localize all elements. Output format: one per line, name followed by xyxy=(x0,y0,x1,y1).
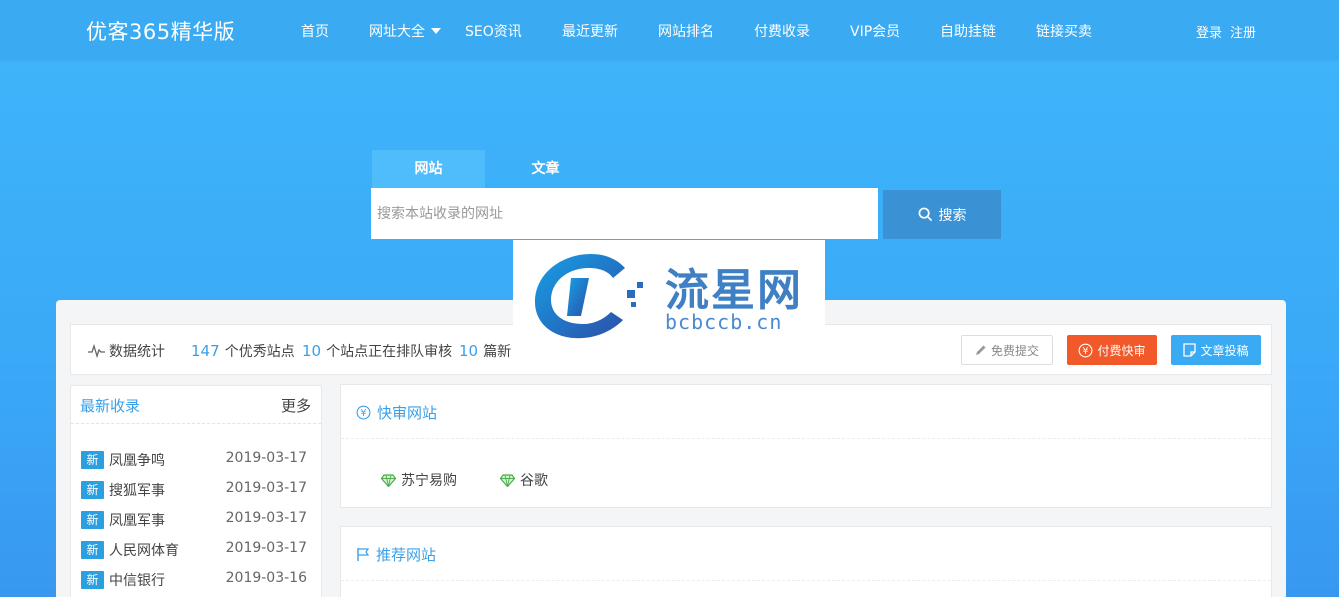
svg-text:¥: ¥ xyxy=(1083,345,1089,356)
watermark-overlay: 流星网 bcbccb.cn xyxy=(513,240,825,352)
chevron-down-icon xyxy=(431,28,441,34)
nav-site-ranking[interactable]: 网站排名 xyxy=(658,21,714,41)
search-input[interactable] xyxy=(371,188,878,239)
new-badge: 新 xyxy=(81,481,104,499)
list-item-name[interactable]: 搜狐军事 xyxy=(109,480,165,500)
list-item[interactable]: 新 人民网体育 2019-03-17 xyxy=(81,540,307,560)
new-badge: 新 xyxy=(81,571,104,589)
nav-link-trade[interactable]: 链接买卖 xyxy=(1036,21,1092,41)
fast-review-box xyxy=(340,384,1272,508)
stat-pending: 10 个站点正在排队审核 xyxy=(302,342,453,360)
new-badge: 新 xyxy=(81,511,104,529)
stats-label: 数据统计 xyxy=(88,341,165,361)
pencil-icon xyxy=(975,345,986,355)
fast-site-link[interactable]: 谷歌 xyxy=(500,470,548,490)
watermark-logo xyxy=(535,254,643,339)
site-logo[interactable]: 优客365精华版 xyxy=(86,16,235,46)
list-item-date: 2019-03-17 xyxy=(225,510,307,526)
search-button[interactable]: 搜索 xyxy=(883,190,1001,239)
watermark-domain: bcbccb.cn xyxy=(665,310,783,334)
list-item-date: 2019-03-17 xyxy=(225,540,307,556)
tab-website[interactable]: 网站 xyxy=(372,150,485,188)
document-icon xyxy=(1183,343,1197,357)
list-item-date: 2019-03-17 xyxy=(225,480,307,496)
list-item-name[interactable]: 人民网体育 xyxy=(109,540,179,560)
fast-review-title: ¥ 快审网站 xyxy=(356,402,437,423)
divider xyxy=(341,580,1271,581)
list-item-name[interactable]: 凤凰争鸣 xyxy=(109,450,165,470)
nav-paid-listing[interactable]: 付费收录 xyxy=(754,21,810,41)
list-item-date: 2019-03-16 xyxy=(225,570,307,586)
latest-listing-title: 最新收录 xyxy=(80,397,141,415)
watermark-name: 流星网 xyxy=(665,265,803,316)
nav-directory-label: 网址大全 xyxy=(369,24,425,40)
list-item-date: 2019-03-17 xyxy=(225,450,307,466)
diamond-icon xyxy=(500,473,515,487)
list-item-name[interactable]: 中信银行 xyxy=(109,570,165,590)
yen-icon: ¥ xyxy=(356,405,371,420)
search-button-label: 搜索 xyxy=(938,207,967,224)
svg-text:¥: ¥ xyxy=(361,408,367,419)
latest-more-link[interactable]: 更多 xyxy=(281,395,311,416)
nav-self-link[interactable]: 自助挂链 xyxy=(940,21,996,41)
recommend-title: 推荐网站 xyxy=(356,544,436,565)
nav-recent-updates[interactable]: 最近更新 xyxy=(562,21,618,41)
nav-directory[interactable]: 网址大全 xyxy=(369,21,441,41)
new-badge: 新 xyxy=(81,451,104,469)
list-item[interactable]: 新 搜狐军事 2019-03-17 xyxy=(81,480,307,500)
fast-site-link[interactable]: 苏宁易购 xyxy=(381,470,457,490)
list-item[interactable]: 新 中信银行 2019-03-16 xyxy=(81,570,307,590)
list-item-name[interactable]: 凤凰军事 xyxy=(109,510,165,530)
flag-icon xyxy=(357,548,370,561)
new-badge: 新 xyxy=(81,541,104,559)
pulse-icon xyxy=(88,344,105,358)
login-link[interactable]: 登录 xyxy=(1196,22,1222,41)
stat-sites: 147 个优秀站点 xyxy=(191,342,295,360)
list-item[interactable]: 新 凤凰军事 2019-03-17 xyxy=(81,510,307,530)
diamond-icon xyxy=(381,473,396,487)
tab-article[interactable]: 文章 xyxy=(489,150,602,188)
paid-review-button[interactable]: ¥ 付费快审 xyxy=(1067,335,1157,365)
article-submit-button[interactable]: 文章投稿 xyxy=(1171,335,1261,365)
nav-home[interactable]: 首页 xyxy=(301,21,329,41)
top-header: 优客365精华版 首页 网址大全 SEO资讯 最近更新 网站排名 付费收录 VI… xyxy=(0,0,1339,60)
nav-vip[interactable]: VIP会员 xyxy=(850,21,900,41)
search-icon xyxy=(918,207,932,222)
nav-seo-news[interactable]: SEO资讯 xyxy=(465,21,522,41)
stat-articles: 10 篇新 xyxy=(459,342,512,360)
register-link[interactable]: 注册 xyxy=(1230,22,1256,41)
free-submit-button[interactable]: 免费提交 xyxy=(961,335,1053,365)
yen-icon: ¥ xyxy=(1079,343,1093,357)
divider xyxy=(341,438,1271,439)
divider xyxy=(71,423,321,424)
list-item[interactable]: 新 凤凰争鸣 2019-03-17 xyxy=(81,450,307,470)
recommend-box xyxy=(340,526,1272,597)
